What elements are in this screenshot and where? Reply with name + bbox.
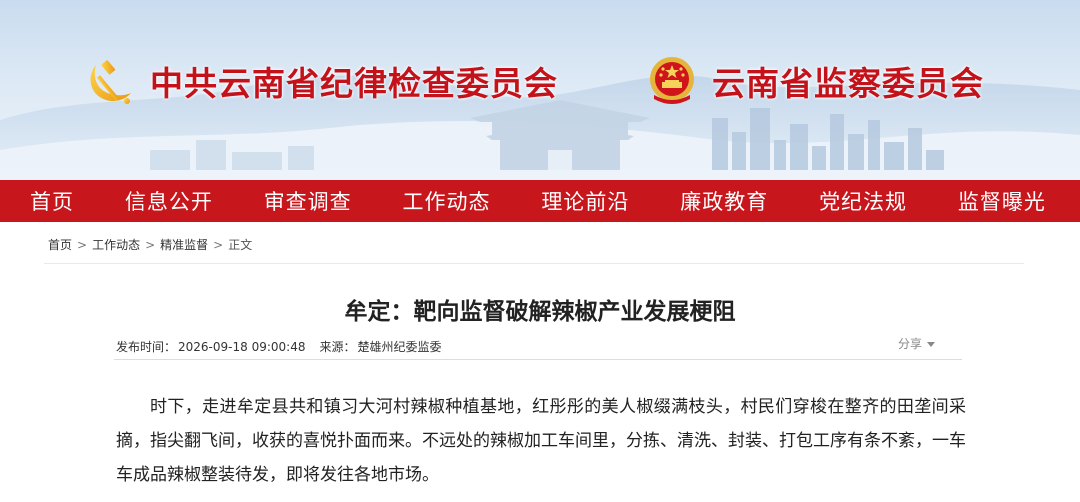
publish-time: 2026-09-18 09:00:48: [178, 340, 306, 354]
article-meta: 发布时间： 2026-09-18 09:00:48 来源： 楚雄州纪委监委: [116, 338, 444, 355]
brand-right[interactable]: 云南省监察委员会: [646, 54, 984, 108]
publish-time-label: 发布时间：: [116, 340, 177, 354]
party-emblem-icon: [90, 60, 131, 104]
breadcrumb: 首页 > 工作动态 > 精准监督 > 正文: [48, 236, 252, 253]
nav-item-exposure[interactable]: 监督曝光: [958, 186, 1046, 216]
share-label: 分享: [898, 337, 923, 351]
breadcrumb-divider: [44, 263, 1024, 264]
brand-left[interactable]: 中共云南省纪律检查委员会: [84, 54, 558, 108]
breadcrumb-separator: >: [213, 238, 224, 252]
breadcrumb-home[interactable]: 首页: [48, 238, 72, 252]
breadcrumb-separator: >: [77, 238, 88, 252]
article-source: 楚雄州纪委监委: [357, 340, 442, 354]
main-nav: 首页 信息公开 审查调查 工作动态 理论前沿 廉政教育 党纪法规 监督曝光: [0, 180, 1080, 222]
nav-item-home[interactable]: 首页: [30, 186, 74, 216]
share-button[interactable]: 分享: [898, 335, 936, 352]
nav-item-review-investigation[interactable]: 审查调查: [264, 186, 352, 216]
article-title: 牟定：靶向监督破解辣椒产业发展梗阻: [344, 299, 736, 325]
national-emblem-icon: [650, 57, 694, 104]
article-paragraph: 时下，走进牟定县共和镇习大河村辣椒种植基地，红彤彤的美人椒缀满枝头，村民们穿梭在…: [116, 397, 966, 485]
nav-item-work-news[interactable]: 工作动态: [403, 186, 491, 216]
breadcrumb-precise-supervision[interactable]: 精准监督: [160, 238, 208, 252]
nav-item-theory[interactable]: 理论前沿: [541, 186, 629, 216]
meta-divider: [114, 359, 962, 360]
nav-item-party-rules[interactable]: 党纪法规: [819, 186, 907, 216]
breadcrumb-current: 正文: [228, 238, 253, 252]
nav-item-info-disclosure[interactable]: 信息公开: [125, 186, 213, 216]
article-body: 时下，走进牟定县共和镇习大河村辣椒种植基地，红彤彤的美人椒缀满枝头，村民们穿梭在…: [116, 390, 966, 492]
site-header: 中共云南省纪律检查委员会 云南省监察委员会: [0, 0, 1080, 180]
caret-down-icon: [927, 341, 936, 347]
nav-item-integrity-education[interactable]: 廉政教育: [680, 186, 768, 216]
breadcrumb-separator: >: [145, 238, 156, 252]
source-label: 来源：: [319, 340, 356, 354]
site-title-left: 中共云南省纪律检查委员会: [150, 64, 558, 103]
site-title-right: 云南省监察委员会: [712, 64, 984, 103]
breadcrumb-work-news[interactable]: 工作动态: [92, 238, 140, 252]
